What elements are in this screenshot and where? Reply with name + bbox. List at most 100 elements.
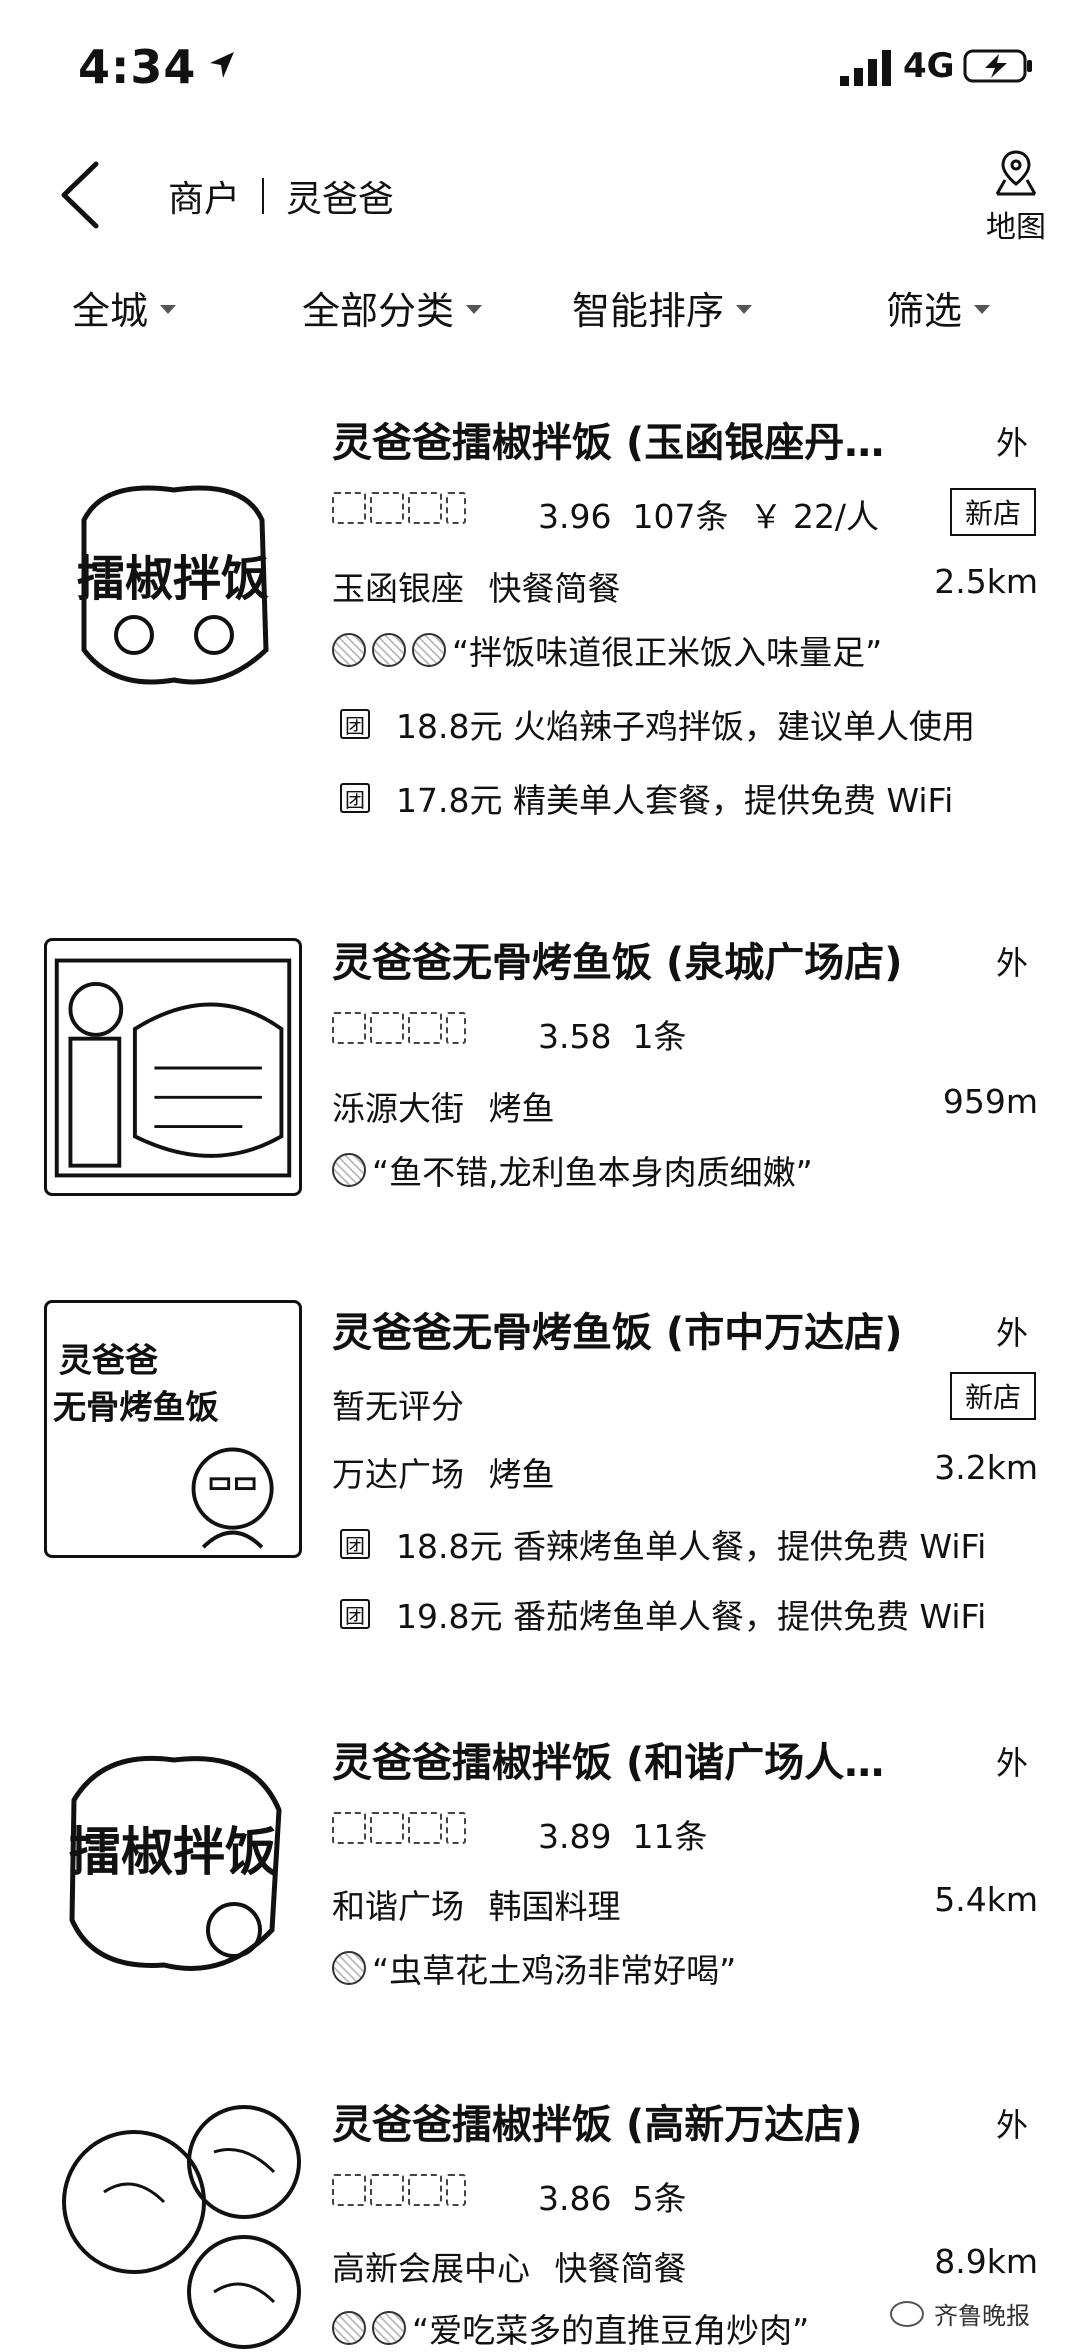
rating-score: 3.86 — [538, 2179, 612, 2218]
star-icon — [446, 1812, 466, 1844]
star-icon — [370, 492, 404, 524]
star-icon — [408, 1812, 442, 1844]
review-count: 107条 — [632, 497, 729, 536]
star-icon — [370, 1812, 404, 1844]
shop-name[interactable]: 灵爸爸无骨烤鱼饭 (泉城广场店) — [332, 930, 944, 988]
star-rating — [332, 492, 466, 524]
review-count: 1条 — [632, 1017, 687, 1056]
search-category: 商户 — [168, 179, 241, 220]
filter-area-label: 全城 — [72, 289, 149, 333]
shop-distance: 5.4km — [934, 1880, 1038, 1919]
deal-price: 17.8元 — [396, 781, 503, 820]
shop-thumbnail[interactable]: 擂椒拌饭 — [44, 460, 302, 718]
filter-category[interactable]: 全部分类 — [302, 280, 483, 335]
no-rating-text: 暂无评分 — [332, 1387, 464, 1426]
review-count: 5条 — [632, 2179, 687, 2218]
shop-distance: 8.9km — [934, 2242, 1038, 2281]
avatar — [332, 633, 366, 667]
rating-score: 3.89 — [538, 1817, 612, 1856]
battery-charging-icon — [963, 49, 1032, 83]
deal-price: 19.8元 — [396, 1597, 503, 1636]
group-deal[interactable]: 团 17.8元 精美单人套餐，提供免费 WiFi — [340, 774, 953, 822]
group-deal[interactable]: 团 18.8元 香辣烤鱼单人餐，提供免费 WiFi — [340, 1520, 986, 1568]
filter-area[interactable]: 全城 — [72, 280, 177, 335]
shop-thumbnail[interactable]: 灵爸爸 无骨烤鱼饭 — [44, 1300, 302, 1558]
filter-sort[interactable]: 智能排序 — [572, 280, 753, 335]
network-type: 4G — [903, 46, 955, 86]
shop-area: 和谐广场 — [332, 1887, 464, 1926]
star-icon — [408, 1012, 442, 1044]
shop-thumbnail[interactable] — [44, 938, 302, 1196]
shop-thumbnail[interactable]: 擂椒拌饭 — [44, 1730, 302, 1988]
review-count: 11条 — [632, 1817, 708, 1856]
poster-text: 灵爸爸 — [59, 1340, 159, 1379]
shop-name[interactable]: 灵爸爸擂椒拌饭 (高新万达店) — [332, 2092, 944, 2150]
location-arrow-icon — [210, 52, 234, 78]
status-bar: 4:34 4G — [0, 0, 1080, 140]
deal-desc: 火焰辣子鸡拌饭，建议单人使用 — [512, 707, 975, 746]
shop-food-photo — [62, 2105, 301, 2349]
shop-thumbnail[interactable] — [44, 2092, 302, 2350]
logo-text: 擂椒拌饭 — [69, 1823, 277, 1883]
review-snippet[interactable]: “鱼不错,龙利鱼本身肉质细嫩” — [332, 1146, 813, 1194]
star-icon — [332, 1812, 366, 1844]
shop-area: 高新会展中心 — [332, 2249, 530, 2288]
back-button[interactable] — [52, 158, 112, 232]
star-icon — [332, 2174, 366, 2206]
shop-name[interactable]: 灵爸爸无骨烤鱼饭 (市中万达店) — [332, 1300, 944, 1358]
rating-score: 3.58 — [538, 1017, 612, 1056]
avatar — [332, 2311, 366, 2345]
takeout-tag: 外 — [995, 424, 1028, 462]
takeout-tag: 外 — [995, 1314, 1028, 1352]
filter-sort-label: 智能排序 — [572, 289, 725, 333]
shop-meta: 泺源大街 烤鱼 — [332, 1082, 555, 1130]
shop-category: 快餐简餐 — [554, 2249, 687, 2288]
filter-more-label: 筛选 — [886, 289, 963, 333]
star-icon — [446, 1012, 466, 1044]
shop-meta: 和谐广场 韩国料理 — [332, 1880, 621, 1928]
shop-name[interactable]: 灵爸爸擂椒拌饭 (玉函银座丹… — [332, 410, 944, 468]
caret-down-icon — [466, 305, 483, 314]
review-snippet[interactable]: “拌饭味道很正米饭入味量足” — [332, 626, 882, 674]
shop-logo-image: 擂椒拌饭 — [77, 485, 269, 685]
avatar — [372, 2311, 406, 2345]
group-buy-icon: 团 — [340, 709, 370, 739]
star-rating — [332, 1012, 466, 1044]
review-snippet[interactable]: “虫草花土鸡汤非常好喝” — [332, 1944, 736, 1992]
star-icon — [446, 2174, 466, 2206]
search-context[interactable]: 商户 灵爸爸 — [168, 170, 394, 222]
new-shop-badge: 新店 — [950, 1372, 1036, 1420]
rating-summary: 3.96 107条 ￥ 22/人 — [538, 490, 879, 538]
avatar — [372, 633, 406, 667]
status-time: 4:34 — [78, 40, 197, 94]
map-pin-icon — [995, 150, 1037, 196]
filter-more[interactable]: 筛选 — [886, 280, 991, 335]
review-quote: “鱼不错,龙利鱼本身肉质细嫩” — [372, 1153, 813, 1192]
review-snippet[interactable]: “爱吃菜多的直推豆角炒肉” — [332, 2304, 809, 2352]
star-icon — [408, 2174, 442, 2206]
group-buy-icon: 团 — [340, 783, 370, 813]
shop-category: 烤鱼 — [488, 1455, 555, 1494]
avatar — [332, 1153, 366, 1187]
avg-price: ￥ 22/人 — [749, 497, 880, 536]
group-deal[interactable]: 团 19.8元 番茄烤鱼单人餐，提供免费 WiFi — [340, 1590, 986, 1638]
shop-distance: 959m — [942, 1082, 1038, 1121]
shop-category: 烤鱼 — [488, 1089, 555, 1128]
search-query: 灵爸爸 — [286, 179, 395, 220]
star-icon — [370, 1012, 404, 1044]
star-icon — [408, 492, 442, 524]
map-button[interactable]: 地图 — [980, 148, 1052, 246]
shop-area: 玉函银座 — [332, 569, 464, 608]
shop-distance: 2.5km — [934, 562, 1038, 601]
top-nav-bar: 商户 灵爸爸 地图 — [0, 140, 1080, 250]
map-label: 地图 — [986, 210, 1046, 245]
shop-meta: 玉函银座 快餐简餐 — [332, 562, 621, 610]
rating-summary: 3.89 11条 — [538, 1810, 707, 1858]
cellular-signal-icon — [840, 50, 891, 86]
logo-text: 擂椒拌饭 — [77, 551, 269, 607]
takeout-tag: 外 — [995, 1744, 1028, 1782]
group-deal[interactable]: 团 18.8元 火焰辣子鸡拌饭，建议单人使用 — [340, 700, 975, 748]
shop-name[interactable]: 灵爸爸擂椒拌饭 (和谐广场人… — [332, 1730, 944, 1788]
caret-down-icon — [736, 305, 753, 314]
star-icon — [332, 1012, 366, 1044]
